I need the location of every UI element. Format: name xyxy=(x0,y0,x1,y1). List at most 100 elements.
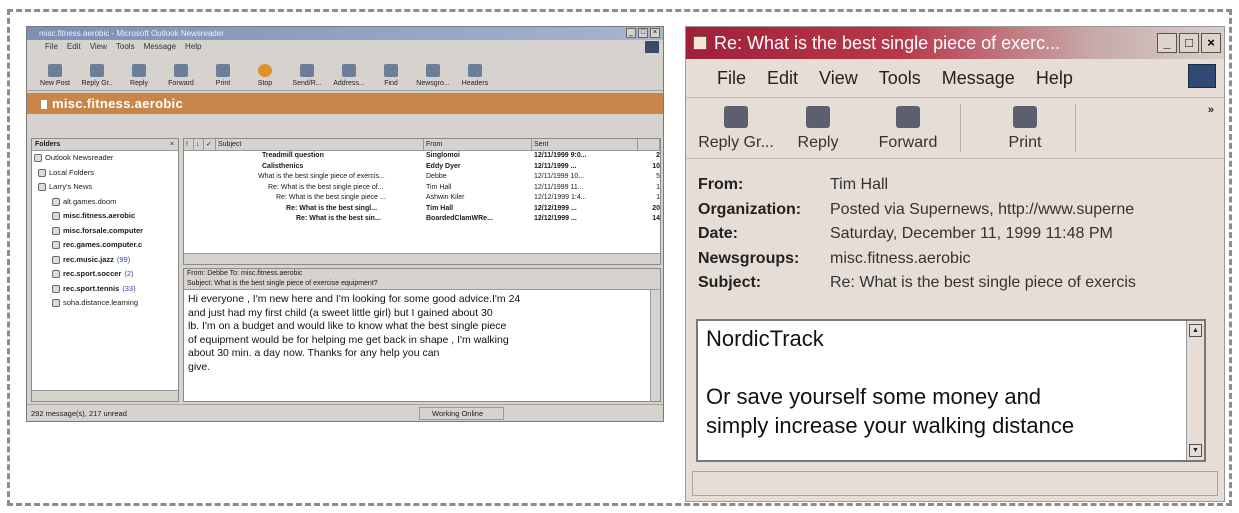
menu-tools[interactable]: Tools xyxy=(879,59,921,97)
folder-item-misc-forsale-computer[interactable]: misc.forsale.computer xyxy=(32,224,178,239)
folder-item-larrys-news[interactable]: Larry's News xyxy=(32,180,178,195)
header-label: Date: xyxy=(698,225,739,242)
menu-edit[interactable]: Edit xyxy=(67,40,81,53)
message-scrollbar[interactable]: ▲ ▼ xyxy=(1186,321,1204,460)
stop-button[interactable]: Stop xyxy=(245,64,285,87)
menu-help[interactable]: Help xyxy=(1036,59,1073,97)
forward-button[interactable]: Forward xyxy=(856,98,960,158)
folder-item-soha-distance-learning[interactable]: soha.distance.learning xyxy=(32,296,178,311)
unread-count: (99) xyxy=(116,254,131,264)
folder-item-outlook-newsreader[interactable]: Outlook Newsreader xyxy=(32,151,178,166)
close-button[interactable]: × xyxy=(1201,33,1221,53)
reply-button[interactable]: Reply xyxy=(119,64,159,87)
message-row[interactable]: Re: What is the best sin... BoardedClamWR… xyxy=(184,214,660,225)
print-button[interactable]: Print xyxy=(975,98,1075,158)
message-list-scrollbar[interactable] xyxy=(184,253,660,264)
message-size: 1 xyxy=(656,194,660,201)
message-size: 10 xyxy=(652,162,660,170)
new-post-button[interactable]: New Post xyxy=(35,64,75,87)
message-from: Tim Hall xyxy=(426,183,452,191)
message-list-header: ! ↓ ✓ Subject From Sent xyxy=(184,139,660,151)
message-size: 2 xyxy=(656,152,660,159)
addresses-label: Address... xyxy=(333,80,365,87)
preview-scrollbar[interactable] xyxy=(650,290,660,401)
message-row[interactable]: Treadmill question Singlomoi 12/11/1999 9:… xyxy=(184,151,660,162)
right-window-title: Re: What is the best single piece of exe… xyxy=(714,33,1061,53)
forward-icon xyxy=(896,106,920,128)
find-button[interactable]: Find xyxy=(371,64,411,87)
message-from: BoardedClamWRe... xyxy=(426,215,493,222)
new-post-label: New Post xyxy=(40,80,70,87)
headers-button[interactable]: Headers xyxy=(455,64,495,87)
folder-item-alt-games-doom[interactable]: alt.games.doom xyxy=(32,195,178,210)
reply-group-icon xyxy=(90,64,104,77)
maximize-button[interactable]: □ xyxy=(638,28,648,38)
header-from: From: Tim Hall xyxy=(698,173,1224,198)
message-row[interactable]: Re: What is the best single piece of... T… xyxy=(184,183,660,194)
folder-item-rec-sport-tennis[interactable]: rec.sport.tennis (33) xyxy=(32,282,178,297)
column-subject[interactable]: Subject xyxy=(216,139,424,150)
left-status-bar: 292 message(s), 217 unread Working Onlin… xyxy=(27,404,663,421)
folders-header-label: Folders xyxy=(35,141,61,148)
message-row[interactable]: What is the best single piece of exercis… xyxy=(184,172,660,183)
close-button[interactable]: × xyxy=(650,28,660,38)
folder-item-misc-fitness-aerobic[interactable]: misc.fitness.aerobic xyxy=(32,209,178,224)
reply-group-button[interactable]: Reply Gr.. xyxy=(77,64,117,87)
column-sent[interactable]: Sent xyxy=(532,139,638,150)
right-title-bar: Re: What is the best single piece of exe… xyxy=(686,27,1224,59)
reply-button[interactable]: Reply xyxy=(780,98,856,158)
close-pane-icon[interactable]: × xyxy=(170,139,174,151)
print-button[interactable]: Print xyxy=(203,64,243,87)
newsgroups-button[interactable]: Newsgro... xyxy=(413,64,453,87)
menu-file[interactable]: File xyxy=(717,59,746,97)
attachment-column-icon[interactable]: ! xyxy=(184,139,194,150)
message-row[interactable]: Re: What is the best singl... Tim Hall 12/… xyxy=(184,204,660,215)
header-organization: Organization: Posted via Supernews, http:… xyxy=(698,198,1224,223)
scroll-down-icon[interactable]: ▼ xyxy=(1189,444,1202,457)
headers-icon xyxy=(468,64,482,77)
message-size: 20 xyxy=(652,204,660,212)
maximize-button[interactable]: □ xyxy=(1179,33,1199,53)
folder-item-local-folders[interactable]: Local Folders xyxy=(32,166,178,181)
newsreader-icon xyxy=(34,154,42,163)
menu-view[interactable]: View xyxy=(90,40,107,53)
menu-tools[interactable]: Tools xyxy=(116,40,135,53)
addresses-button[interactable]: Address... xyxy=(329,64,369,87)
forward-button[interactable]: Forward xyxy=(161,64,201,87)
folder-item-rec-games-computer[interactable]: rec.games.computer.c xyxy=(32,238,178,253)
menu-message[interactable]: Message xyxy=(942,59,1015,97)
message-subject: What is the best single piece of exercis… xyxy=(258,173,385,180)
folder-item-rec-music-jazz[interactable]: rec.music.jazz (99) xyxy=(32,253,178,268)
folder-item-rec-sport-soccer[interactable]: rec.sport.soccer (2) xyxy=(32,267,178,282)
unread-count: (33) xyxy=(122,283,136,293)
toolbar-overflow-icon[interactable]: » xyxy=(1208,104,1214,116)
windows-logo-icon xyxy=(645,41,659,53)
menu-edit[interactable]: Edit xyxy=(767,59,798,97)
minimize-button[interactable]: _ xyxy=(626,28,636,38)
column-size[interactable] xyxy=(638,139,660,150)
message-row[interactable]: Re: What is the best single piece ... Ash… xyxy=(184,193,660,204)
message-sent: 12/12/1999 ... xyxy=(534,215,577,222)
toolbar-separator xyxy=(1075,104,1076,152)
flag-column-icon[interactable]: ↓ xyxy=(194,139,204,150)
message-row[interactable]: Calisthenics Eddy Dyer 12/11/1999 ... 10 xyxy=(184,162,660,173)
folder-horizontal-scrollbar[interactable] xyxy=(32,390,178,401)
menu-message[interactable]: Message xyxy=(144,40,176,53)
watch-column-icon[interactable]: ✓ xyxy=(204,139,216,150)
print-label: Print xyxy=(1008,134,1042,151)
menu-help[interactable]: Help xyxy=(185,40,201,53)
reply-label: Reply xyxy=(797,134,839,151)
scroll-up-icon[interactable]: ▲ xyxy=(1189,324,1202,337)
reply-group-button[interactable]: Reply Gr... xyxy=(692,98,780,158)
reply-label: Reply xyxy=(130,80,148,87)
preview-subject-line: Subject: What is the best single piece o… xyxy=(187,280,378,287)
menu-file[interactable]: File xyxy=(45,40,58,53)
newsgroup-icon xyxy=(52,299,60,308)
new-post-icon xyxy=(48,64,62,77)
minimize-button[interactable]: _ xyxy=(1157,33,1177,53)
menu-view[interactable]: View xyxy=(819,59,858,97)
find-icon xyxy=(384,64,398,77)
send-receive-button[interactable]: Send/R... xyxy=(287,64,327,87)
column-from[interactable]: From xyxy=(424,139,532,150)
message-sent: 12/12/1999 ... xyxy=(534,204,577,212)
